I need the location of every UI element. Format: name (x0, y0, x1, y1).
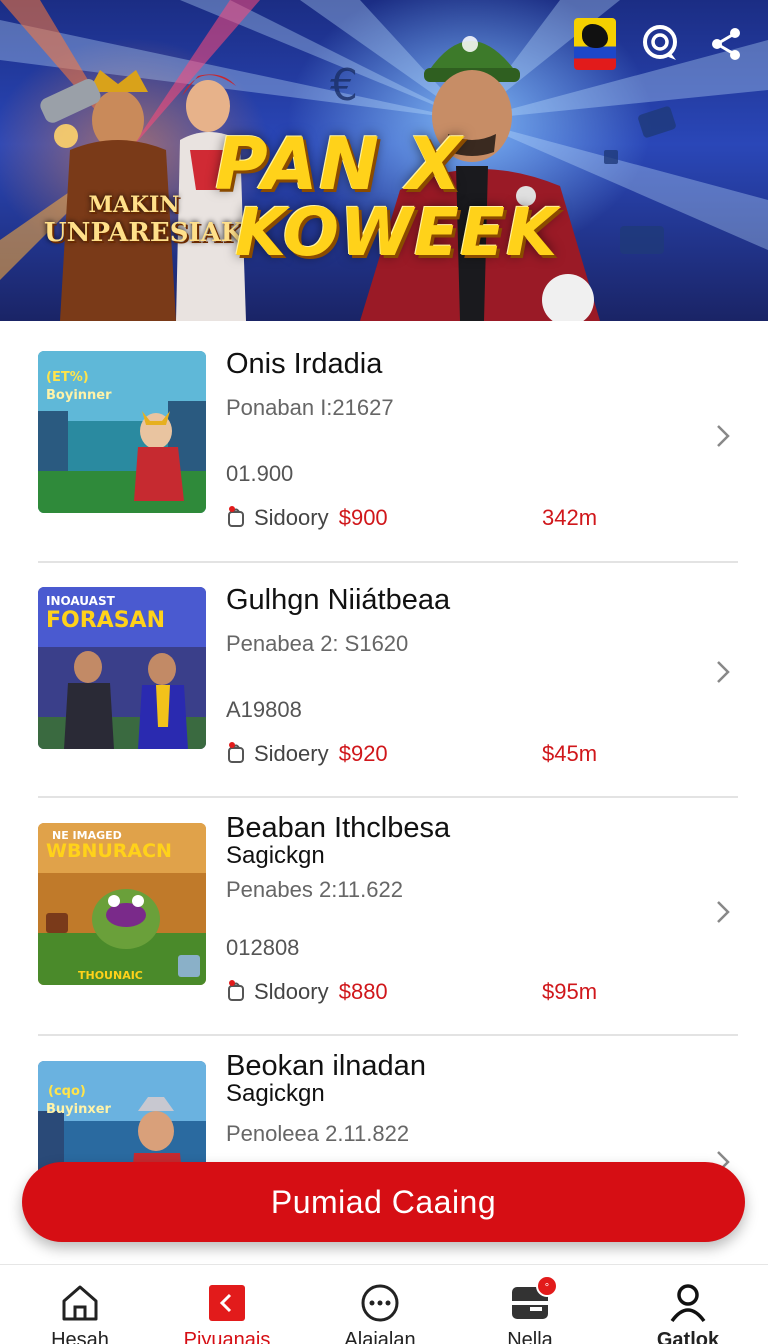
nav-label: Piyuanais (183, 1329, 271, 1344)
profile-icon (670, 1284, 706, 1323)
item-title: Beokan ilnadan Sagickgn (226, 1051, 426, 1107)
flag-emblem (582, 24, 608, 48)
banner-title-line1: PAN X (215, 122, 463, 206)
thumb-caption: (ET%) (46, 370, 89, 385)
banner-badge: MAKIN UNPARESIAK (44, 192, 244, 248)
item-meta: Ponaban І:21627 (226, 395, 394, 420)
thumb-caption: INOAUAST (46, 594, 116, 608)
home-icon (62, 1285, 98, 1321)
seller-label: Sidoory (254, 505, 329, 530)
banner-badge-line2: UNPARESIAK (44, 218, 244, 248)
item-right-value: $45m (542, 741, 598, 766)
item-subtitle: Sagickgn (226, 1080, 325, 1108)
game-thumbnail: INOAUAST FORASAN (38, 587, 206, 749)
thumb-caption: (cqo) (48, 1084, 86, 1099)
nav-label: Hesah (51, 1329, 109, 1344)
item-title: Onis Irdadia (226, 348, 383, 380)
notification-badge: ° (536, 1275, 558, 1297)
item-price: $920 (338, 741, 388, 766)
item-subtitle: Sagickgn (226, 842, 325, 870)
item-title: Beaban Ithclbesa Sagickgn (226, 813, 450, 869)
hero-banner[interactable]: € MAKIN UNPARESIAK PAN X KOWEEK (0, 0, 768, 321)
item-code: A19808 (226, 697, 302, 722)
thumb-subcaption: Boyinner (46, 388, 112, 403)
more-circle-icon (361, 1284, 399, 1322)
chevron-right-icon[interactable] (714, 659, 732, 685)
game-thumbnail: (ET%) Boyinner (38, 351, 206, 513)
primary-cta-button[interactable]: Pumiad Caaing (22, 1162, 745, 1242)
chevron-right-icon[interactable] (714, 899, 732, 925)
seller-label: Sidoery (254, 741, 329, 766)
flag-icon[interactable] (574, 18, 616, 70)
nav-item-alajalan[interactable]: Alajalan (320, 1281, 440, 1344)
back-square-icon (209, 1285, 245, 1321)
bag-icon (226, 506, 246, 528)
nav-label: Nella (507, 1329, 553, 1344)
item-price-row: Sidoery $920 $45m (226, 741, 626, 767)
item-price: $880 (338, 979, 388, 1004)
thumb-bottom-caption: THOUNAIC (78, 969, 143, 982)
item-meta: Penoleea 2.11.822 (226, 1121, 410, 1146)
chevron-right-icon[interactable] (714, 423, 732, 449)
list-item[interactable]: INOAUAST FORASAN Gulhgn Niiátbeaa Penabe… (38, 557, 738, 793)
banner-title: PAN X KOWEEK (215, 128, 575, 266)
banner-badge-line1: MAKIN (88, 192, 180, 218)
bag-icon (226, 742, 246, 764)
item-meta: Penabea 2: S1620 (226, 631, 409, 656)
list-item[interactable]: (ET%) Boyinner Onis Irdadia Ponaban І:21… (38, 321, 738, 557)
nav-label: Gatlok (656, 1329, 720, 1344)
game-thumbnail: NE IMAGED WBNURACN THOUNAIC (38, 823, 206, 985)
banner-title-line2: KOWEEK (235, 194, 559, 271)
header-actions (574, 18, 748, 70)
item-title: Gulhgn Niiátbeaa (226, 584, 451, 616)
seller-label: Sldoory (254, 979, 329, 1004)
nav-item-piyuanais[interactable]: Piyuanais (167, 1281, 287, 1344)
inbox-icon: ° (508, 1275, 558, 1325)
list-item[interactable]: NE IMAGED WBNURACN THOUNAIC Beaban Ithcl… (38, 793, 738, 1029)
item-price: $900 (338, 505, 388, 530)
nav-item-profile[interactable]: Gatlok (628, 1281, 748, 1344)
item-price-row: Sidoory $900 342m (226, 505, 626, 531)
item-price-row: Sldoory $880 $95m (226, 979, 626, 1005)
item-right-value: $95m (542, 979, 598, 1004)
svg-text:€: € (330, 60, 358, 111)
thumb-subcaption: Buyinxer (46, 1102, 112, 1117)
item-right-value: 342m (542, 505, 598, 530)
item-title-text: Beaban Ithclbesa (226, 812, 451, 844)
item-code: 012808 (226, 935, 300, 960)
item-code: 01.900 (226, 461, 294, 486)
item-meta: Penabes 2:11.622 (226, 877, 403, 902)
bag-icon (226, 980, 246, 1002)
share-icon[interactable] (704, 22, 748, 66)
nav-item-home[interactable]: Hesah (20, 1281, 140, 1344)
nav-item-nella[interactable]: ° Nella (470, 1275, 590, 1344)
thumb-subcaption: WBNURACN (46, 840, 172, 862)
thumb-subcaption: FORASAN (46, 608, 165, 633)
nav-label: Alajalan (344, 1329, 416, 1344)
bottom-navigation: Hesah Piyuanais Alajalan ° Nella Gatlok (0, 1264, 768, 1344)
chat-icon[interactable] (638, 22, 682, 66)
item-title-text: Beokan ilnadan (226, 1050, 426, 1082)
